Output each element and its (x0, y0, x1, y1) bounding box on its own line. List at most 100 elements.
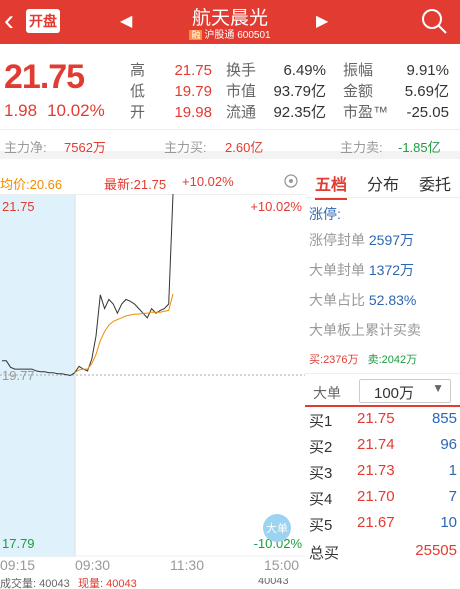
order-book-row[interactable]: 买5 21.67 10 (309, 514, 459, 540)
search-icon[interactable] (420, 7, 448, 35)
level-price: 21.70 (357, 488, 395, 505)
big-order-seal-row: 大单封单 1372万 (309, 260, 414, 280)
order-book-row[interactable]: 买1 21.75 855 (309, 410, 459, 436)
chart-header: 均价:20.66 最新:21.75 +10.02% (0, 170, 305, 192)
main-capital-flow: 主力净: 7562万 主力买: 2.60亿 主力卖: -1.85亿 (0, 129, 460, 159)
stat-label: 换手 (226, 62, 257, 79)
stat-label: 流通 (226, 104, 257, 121)
stat-value: 6.49% (283, 62, 326, 79)
level-volume: 855 (431, 410, 457, 427)
threshold-label: 大单 (313, 385, 341, 401)
level-volume: 10 (440, 514, 457, 531)
big-order-ratio-row: 大单占比 52.83% (309, 290, 416, 310)
dropdown-arrow-icon: ▼ (432, 381, 444, 395)
level-label: 买5 (309, 517, 333, 534)
quote-stat: 高 21.75 (130, 59, 212, 80)
top-bar: ‹ 开盘 ◀ 航天晨光 融沪股通 600501 ▶ (0, 0, 460, 44)
margin-tag: 融 (189, 30, 203, 40)
sell-flow-value: -1.85亿 (398, 140, 441, 155)
price-change: 1.98 10.02% (4, 101, 115, 121)
row-label: 大单封单 (309, 262, 365, 278)
stat-label: 低 (130, 83, 146, 100)
stat-label: 市值 (226, 83, 257, 100)
quote-stat: 金额 5.69亿 (343, 80, 449, 101)
stat-value: -25.05 (406, 104, 449, 121)
quote-panel: 21.75 1.98 10.02% 高 21.75 换手 6.49% 振幅 9.91% 低 19… (0, 44, 460, 129)
stat-value: 5.69亿 (404, 83, 449, 100)
top-percent-label: +10.02% (250, 199, 302, 214)
stat-value: 93.79亿 (273, 83, 326, 100)
total-buy-row: 总买 25505 (309, 542, 459, 568)
level-label: 买2 (309, 439, 333, 456)
stat-value: 21.75 (174, 62, 212, 79)
total-value: 25505 (415, 542, 457, 559)
level-label: 买4 (309, 491, 333, 508)
quote-stat: 市值 93.79亿 (226, 80, 326, 101)
buy-flow-value: 2.60亿 (225, 140, 264, 155)
volume-bar: 成交量: 40043 现量: 40043 40043 (0, 578, 305, 589)
row-label: 大单占比 (309, 292, 365, 308)
tab-distribution[interactable]: 分布 (367, 171, 399, 195)
top-price-label: 21.75 (2, 199, 35, 214)
market-tag: 沪股通 (204, 30, 235, 41)
big-order-threshold: 大单 100万 ▼ (305, 373, 460, 407)
volume-label: 成交量: 40043 (0, 578, 70, 589)
acc-buy-label: 买: (309, 354, 324, 366)
time-axis: 09:15 09:30 11:30 15:00 (0, 557, 305, 575)
depth-tabs: 五档 分布 委托 (305, 168, 460, 200)
stat-value: 9.91% (406, 62, 449, 79)
accumulate-values: 买:2376万 卖:2042万 (309, 351, 417, 367)
total-label: 总买 (309, 545, 340, 562)
level-volume: 1 (448, 462, 457, 479)
level-price: 21.74 (357, 436, 395, 453)
settings-icon[interactable] (283, 173, 299, 189)
order-book-row[interactable]: 买2 21.74 96 (309, 436, 459, 462)
net-flow-value: 7562万 (64, 140, 106, 155)
threshold-select[interactable]: 100万 ▼ (359, 379, 451, 403)
tab-five-levels[interactable]: 五档 (315, 171, 348, 200)
threshold-value: 100万 (374, 385, 415, 402)
acc-buy-value: 2376万 (323, 354, 359, 366)
tab-orders[interactable]: 委托 (419, 171, 451, 195)
accumulate-label: 大单板上累计买卖 (309, 322, 421, 338)
time-label: 11:30 (170, 557, 204, 573)
net-flow-label: 主力净: (4, 140, 47, 155)
quote-stat: 开 19.98 (130, 101, 212, 122)
volume-max: 40043 (258, 578, 289, 587)
level-price: 21.73 (357, 462, 395, 479)
current-volume: 现量: 40043 (78, 578, 137, 589)
quote-stat: 振幅 9.91% (343, 59, 449, 80)
change-percent: 10.02% (47, 101, 105, 120)
stat-label: 振幅 (343, 62, 374, 79)
acc-sell-label: 卖: (367, 354, 382, 366)
stock-subtitle: 融沪股通 600501 (0, 26, 460, 41)
order-book-row[interactable]: 买4 21.70 7 (309, 488, 459, 514)
time-label: 15:00 (264, 557, 300, 573)
stat-label: 高 (130, 62, 146, 79)
quote-stat: 换手 6.49% (226, 59, 326, 80)
limit-up-title: 涨停: (309, 206, 341, 222)
change-amount: 1.98 (4, 101, 38, 120)
quote-stat: 市盈™ -25.05 (343, 101, 449, 122)
buy-flow-label: 主力买: (164, 140, 207, 155)
latest-price: 最新:21.75 (104, 177, 167, 192)
order-book-row[interactable]: 买3 21.73 1 (309, 462, 459, 488)
quote-stat: 低 19.79 (130, 80, 212, 101)
intraday-chart[interactable]: 21.75 +10.02% 19.77 17.79 -10.02% 大单 (0, 194, 305, 557)
row-value: 52.83% (368, 292, 417, 308)
low-price-label: 17.79 (2, 536, 35, 551)
row-label: 涨停封单 (309, 232, 365, 248)
stat-value: 19.79 (174, 83, 212, 100)
avg-price-line (74, 293, 174, 374)
prev-close-label: 19.77 (2, 368, 35, 383)
time-label: 09:30 (75, 557, 111, 573)
current-price: 21.75 (4, 58, 85, 96)
level-volume: 7 (448, 488, 457, 505)
level-price: 21.75 (357, 410, 395, 427)
row-value: 2597万 (368, 232, 415, 248)
level-label: 买3 (309, 465, 333, 482)
next-stock-icon[interactable]: ▶ (316, 11, 328, 31)
acc-sell-value: 2042万 (381, 354, 418, 366)
level-label: 买1 (309, 413, 333, 430)
stat-label: 开 (130, 104, 146, 121)
